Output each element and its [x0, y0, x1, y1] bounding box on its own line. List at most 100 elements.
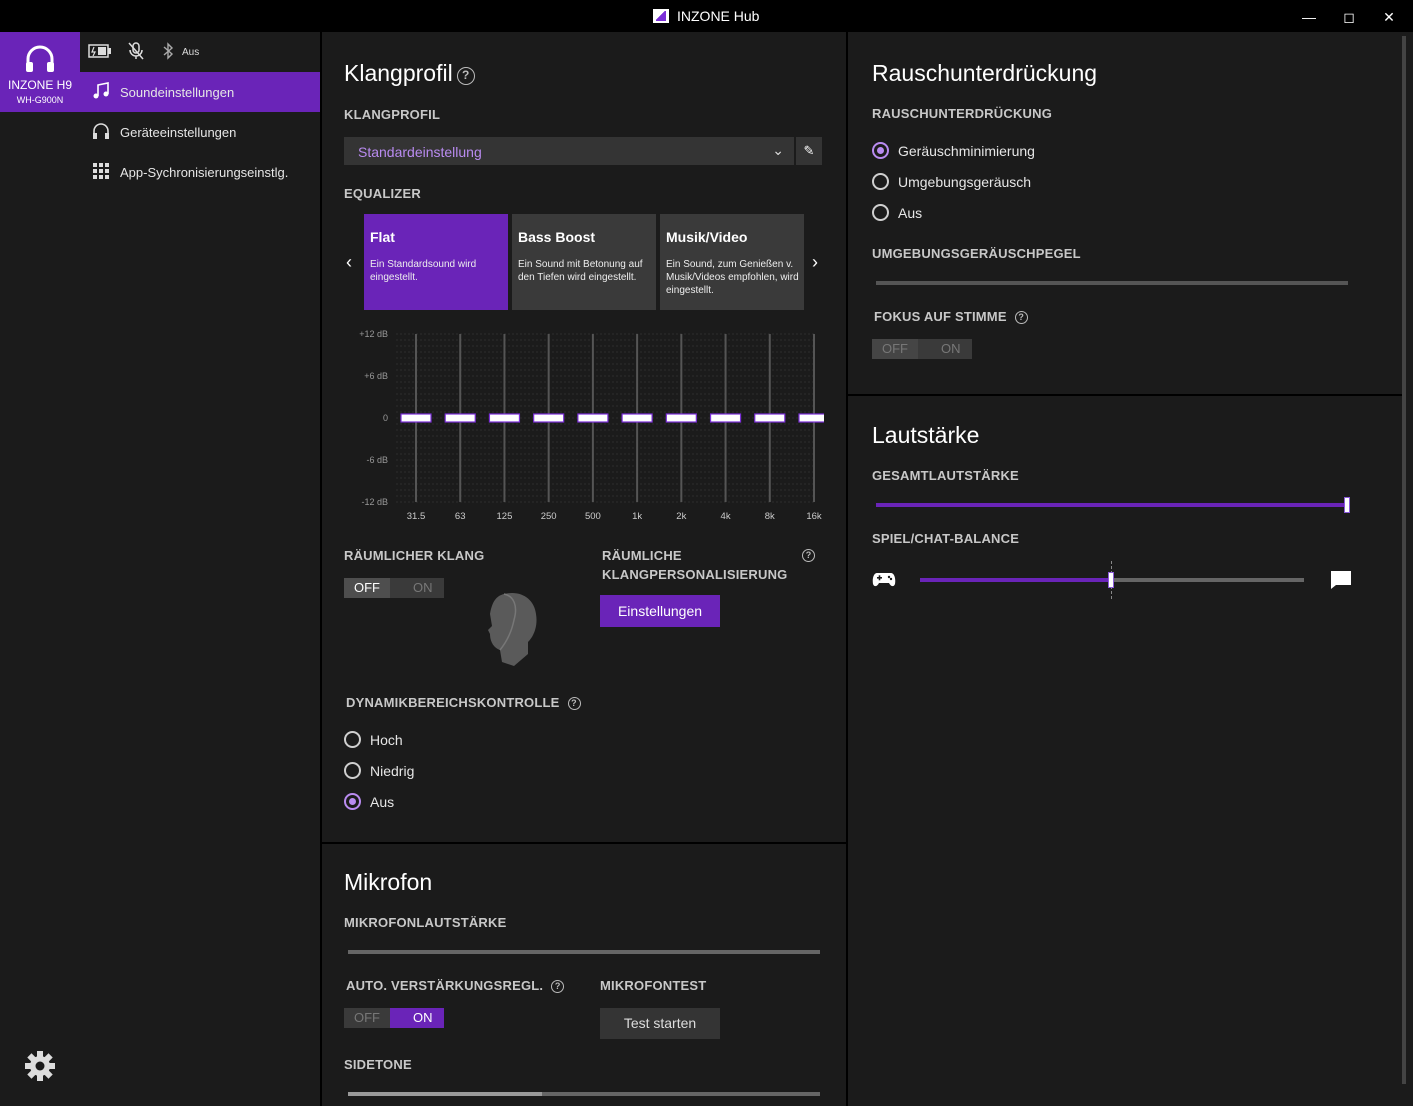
- radio-label: Aus: [898, 205, 923, 221]
- db-tick-label: -6 dB: [366, 455, 388, 465]
- toggle-on-label: ON: [941, 341, 961, 356]
- band-tick-label: 63: [455, 511, 466, 522]
- help-icon[interactable]: ?: [551, 980, 565, 993]
- music-note-icon: [93, 82, 109, 99]
- radio-label: Hoch: [370, 732, 403, 748]
- preset-card-music-video[interactable]: Musik/Video Ein Sound, zum Genießen v. M…: [660, 214, 804, 310]
- edit-button[interactable]: ✎: [796, 137, 822, 165]
- equalizer-label: EQUALIZER: [344, 186, 421, 201]
- eq-band-handle[interactable]: [400, 413, 432, 423]
- sidebar: INZONE H9 WH-G900N Aus Soundeinstellunge…: [0, 32, 320, 1106]
- toggle-off-label: OFF: [882, 341, 908, 356]
- db-tick-label: -12 dB: [361, 497, 388, 507]
- slider-thumb[interactable]: [1344, 497, 1350, 513]
- eq-band-handle[interactable]: [798, 413, 824, 423]
- help-icon[interactable]: ?: [1014, 311, 1028, 324]
- sound-profile-label: KLANGPROFIL: [344, 107, 441, 122]
- help-icon[interactable]: ?: [567, 697, 581, 710]
- toggle-on-label: ON: [413, 1010, 433, 1025]
- eq-band-handle[interactable]: [621, 413, 653, 423]
- divider: [322, 842, 846, 844]
- ambient-level-label: UMGEBUNGSGERÄUSCHPEGEL: [872, 246, 1081, 261]
- slider-thumb[interactable]: [1108, 572, 1114, 588]
- mic-test-label: MIKROFONTEST: [600, 978, 707, 993]
- sound-profile-heading: Klangprofil?: [344, 60, 475, 87]
- eq-band-handle[interactable]: [488, 413, 521, 423]
- slider-fill: [920, 578, 1112, 582]
- voice-focus-label: FOKUS AUF STIMME?: [874, 309, 1028, 324]
- window-title: INZONE Hub: [677, 8, 760, 24]
- head-model-icon: [488, 592, 537, 666]
- slider-fill: [348, 1092, 542, 1096]
- gear-icon[interactable]: [24, 1050, 56, 1082]
- preset-title: Musik/Video: [666, 229, 748, 245]
- mic-volume-label: MIKROFONLAUTSTÄRKE: [344, 915, 507, 930]
- master-volume-label: GESAMTLAUTSTÄRKE: [872, 468, 1019, 483]
- pencil-icon: ✎: [803, 143, 815, 158]
- band-tick-label: 250: [541, 511, 557, 522]
- master-volume-slider[interactable]: [876, 503, 1348, 507]
- settings-button[interactable]: Einstellungen: [600, 595, 720, 627]
- radio-dot: [344, 793, 361, 810]
- agc-toggle[interactable]: OFF ON: [344, 1008, 444, 1028]
- divider: [846, 32, 848, 1106]
- eq-band-handle[interactable]: [533, 413, 565, 423]
- device-name: INZONE H9: [7, 78, 72, 92]
- chevron-left-icon[interactable]: ‹: [346, 252, 352, 273]
- radio-dot: [344, 762, 361, 779]
- minimize-button[interactable]: —: [1300, 8, 1318, 26]
- chevron-right-icon[interactable]: ›: [812, 252, 818, 273]
- radio-label: Umgebungsgeräusch: [898, 174, 1032, 190]
- sidetone-label: SIDETONE: [344, 1057, 412, 1072]
- help-icon[interactable]: ?: [802, 549, 815, 562]
- scrollbar[interactable]: [1402, 36, 1406, 1084]
- title-bar: INZONE Hub — ◻ ✕: [0, 0, 1413, 32]
- spatial-sound-toggle[interactable]: OFF ON: [344, 578, 444, 598]
- dropdown-value: Standardeinstellung: [358, 144, 482, 160]
- preset-card-bass-boost[interactable]: Bass Boost Ein Sound mit Betonung auf de…: [512, 214, 656, 310]
- preset-description: Ein Sound, zum Genießen v. Musik/Videos …: [666, 259, 799, 296]
- band-tick-label: 2k: [676, 511, 686, 522]
- band-tick-label: 31.5: [407, 511, 426, 522]
- eq-band-handle[interactable]: [665, 413, 697, 423]
- headphones-icon: [26, 45, 54, 72]
- balance-label: SPIEL/CHAT-BALANCE: [872, 531, 1020, 546]
- gamepad-icon: [872, 573, 896, 587]
- nav-label: App-Sychronisierungseinstlg.: [120, 165, 289, 180]
- preset-title: Bass Boost: [518, 229, 596, 245]
- grid-icon: [93, 163, 109, 179]
- radio-label: Aus: [370, 794, 395, 810]
- voice-focus-toggle: OFF ON: [872, 339, 972, 359]
- start-test-button[interactable]: Test starten: [600, 1008, 720, 1039]
- help-icon[interactable]: ?: [456, 67, 475, 85]
- radio-dot: [344, 731, 361, 748]
- preset-card-flat[interactable]: Flat Ein Standardsound wird eingestellt.: [364, 214, 508, 310]
- eq-band-handle[interactable]: [754, 413, 786, 423]
- close-button[interactable]: ✕: [1380, 8, 1398, 26]
- bluetooth-icon: [163, 42, 174, 60]
- preset-description: Ein Sound mit Betonung auf den Tiefen wi…: [518, 259, 643, 283]
- radio-label: Geräuschminimierung: [898, 143, 1035, 159]
- personalization-label-line2: KLANGPERSONALISIERUNG: [602, 567, 788, 582]
- db-tick-label: 0: [383, 413, 388, 423]
- volume-heading: Lautstärke: [872, 422, 980, 448]
- mic-volume-slider[interactable]: [348, 950, 820, 954]
- nav-item-app-sync[interactable]: App-Sychronisierungseinstlg.: [80, 152, 320, 192]
- divider: [848, 394, 1402, 396]
- maximize-button[interactable]: ◻: [1340, 8, 1358, 26]
- microphone-heading: Mikrofon: [344, 869, 433, 895]
- eq-band-handle[interactable]: [577, 413, 609, 423]
- sidetone-slider[interactable]: [348, 1092, 820, 1096]
- eq-band-handle[interactable]: [444, 413, 476, 423]
- nav-item-sound-settings[interactable]: Soundeinstellungen: [80, 72, 320, 112]
- db-tick-label: +12 dB: [359, 329, 388, 339]
- eq-band-handle[interactable]: [709, 413, 742, 423]
- sound-profile-dropdown[interactable]: Standardeinstellung ⌄: [344, 137, 794, 165]
- equalizer-graph[interactable]: +12 dB +6 dB 0 -6 dB -12 dB 31.5 63 125 250 500 1k…: [344, 322, 824, 527]
- radio-dot: [872, 173, 889, 190]
- nav-item-device-settings[interactable]: Geräteeinstellungen: [80, 112, 320, 152]
- radio-label: Niedrig: [370, 763, 415, 779]
- device-tile[interactable]: INZONE H9 WH-G900N: [0, 32, 80, 112]
- ambient-level-slider: [876, 281, 1348, 285]
- chat-bubble-icon: [1331, 571, 1351, 589]
